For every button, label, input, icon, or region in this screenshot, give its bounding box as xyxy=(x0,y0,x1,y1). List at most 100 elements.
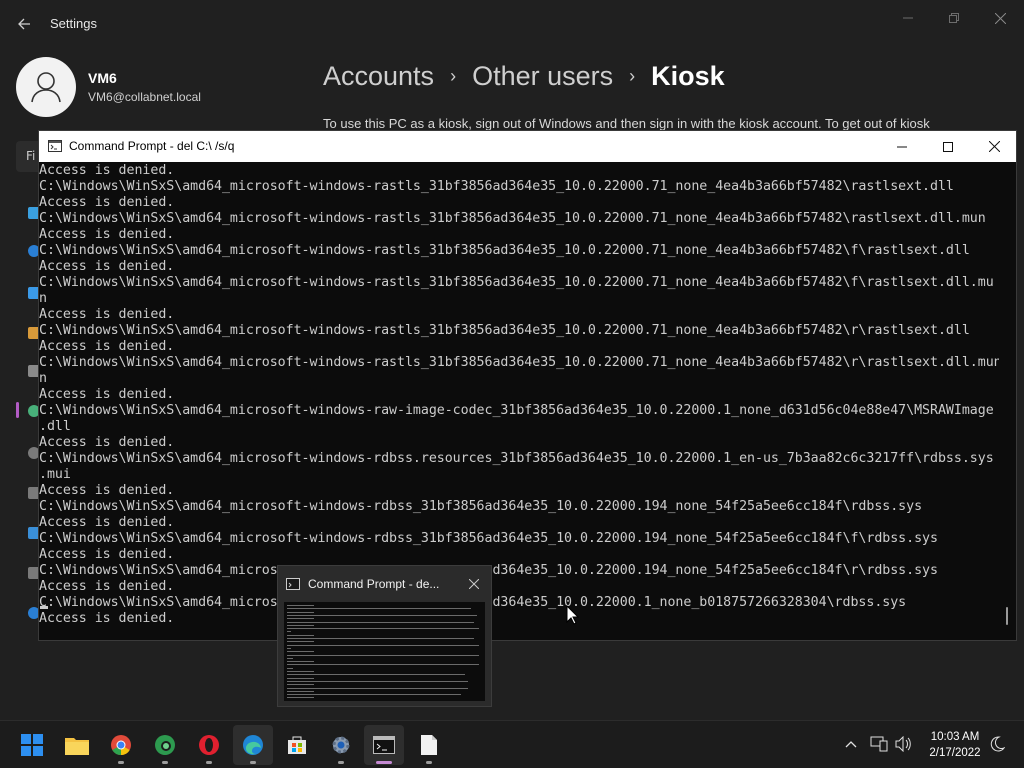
start-icon xyxy=(21,734,43,756)
taskbar-chrome[interactable] xyxy=(101,725,141,765)
console-line: C:\Windows\WinSxS\amd64_micros d364e35_1… xyxy=(39,595,907,610)
preview-line xyxy=(287,677,315,679)
user-email: VM6@collabnet.local xyxy=(88,90,201,104)
preview-line xyxy=(287,641,315,643)
taskbar-settings[interactable] xyxy=(321,725,361,765)
cmd-titlebar[interactable]: Command Prompt - del C:\ /s/q xyxy=(39,131,1016,162)
active-indicator xyxy=(16,402,19,418)
taskbar-store[interactable] xyxy=(277,725,317,765)
clock-date: 2/17/2022 xyxy=(929,747,981,759)
close-button[interactable] xyxy=(980,6,1020,30)
network-icon xyxy=(870,736,888,752)
file-explorer-icon xyxy=(65,738,89,755)
cmd-title: Command Prompt - del C:\ /s/q xyxy=(69,139,235,153)
taskbar-opera[interactable] xyxy=(189,725,229,765)
back-button[interactable] xyxy=(12,12,36,36)
avatar[interactable] xyxy=(16,57,76,117)
preview-line xyxy=(287,638,475,639)
console-line: Access is denied. xyxy=(39,515,175,530)
taskbar: 10:03 AM 2/17/2022 xyxy=(0,720,1024,768)
text-cursor xyxy=(40,606,48,609)
preview-line xyxy=(287,621,475,623)
user-icon xyxy=(31,72,61,103)
console-line: Access is denied. xyxy=(39,611,175,626)
preview-line xyxy=(287,661,315,663)
notepad-icon xyxy=(421,735,437,755)
preview-line xyxy=(287,624,315,626)
restore-button[interactable] xyxy=(934,6,974,30)
command-prompt-window[interactable]: Command Prompt - del C:\ /s/q Access is … xyxy=(38,130,1017,641)
focus-assist-button[interactable] xyxy=(986,733,1008,755)
chevron-right-icon: › xyxy=(450,65,457,86)
cmd-minimize-button[interactable] xyxy=(879,131,925,162)
close-icon xyxy=(469,579,479,589)
system-clock[interactable]: 10:03 AM 2/17/2022 xyxy=(920,729,990,761)
preview-line xyxy=(287,697,315,699)
kiosk-description: To use this PC as a kiosk, sign out of W… xyxy=(323,116,930,131)
taskbar-edge[interactable] xyxy=(233,725,273,765)
close-icon xyxy=(994,12,1006,24)
cmd-close-button[interactable] xyxy=(971,131,1017,162)
preview-line xyxy=(287,634,315,636)
close-icon xyxy=(988,141,1000,152)
preview-line xyxy=(287,605,315,606)
preview-line xyxy=(287,611,315,613)
tray-overflow-button[interactable] xyxy=(840,733,862,755)
preview-line xyxy=(287,664,479,666)
console-output[interactable]: Access is denied. C:\Windows\WinSxS\amd64… xyxy=(39,163,999,641)
app-title: Settings xyxy=(50,16,97,31)
preview-line xyxy=(287,684,315,686)
taskbar-preview[interactable]: Command Prompt - de... xyxy=(277,565,492,707)
scrollbar[interactable] xyxy=(1006,607,1008,625)
volume-tray-button[interactable] xyxy=(892,733,914,755)
minimize-button[interactable] xyxy=(888,6,928,30)
preview-line xyxy=(287,687,468,689)
chrome-icon xyxy=(111,735,131,756)
breadcrumb-accounts[interactable]: Accounts xyxy=(323,61,434,92)
taskbar-edge-beta[interactable] xyxy=(145,725,185,765)
network-tray-button[interactable] xyxy=(868,733,890,755)
preview-close-button[interactable] xyxy=(464,574,484,594)
console-line: Access is denied. xyxy=(39,483,175,498)
preview-thumbnail[interactable] xyxy=(284,602,485,701)
volume-icon xyxy=(895,736,911,752)
taskbar-cmd[interactable] xyxy=(364,725,404,765)
console-line: Access is denied. xyxy=(39,259,175,274)
start-button[interactable] xyxy=(12,725,52,765)
breadcrumb-other-users[interactable]: Other users xyxy=(472,61,613,92)
console-line: Access is denied. xyxy=(39,195,175,210)
console-line: .dll xyxy=(39,419,71,434)
console-line: Access is denied. xyxy=(39,387,175,402)
console-line: n xyxy=(39,291,47,306)
settings-titlebar: Settings xyxy=(0,0,1024,48)
cmd-maximize-button[interactable] xyxy=(925,131,971,162)
preview-line xyxy=(287,628,479,630)
restore-icon xyxy=(949,13,959,23)
console-line: C:\Windows\WinSxS\amd64_microsoft-window… xyxy=(39,179,954,194)
console-line: C:\Windows\WinSxS\amd64_microsoft-window… xyxy=(39,499,923,514)
console-line: C:\Windows\WinSxS\amd64_microsoft-window… xyxy=(39,275,994,290)
console-line: Access is denied. xyxy=(39,227,175,242)
edge-beta-icon xyxy=(155,735,175,755)
console-line: .mui xyxy=(39,467,71,482)
preview-line xyxy=(287,651,315,653)
cmd-icon xyxy=(373,736,395,754)
running-indicator xyxy=(426,761,432,764)
console-line: C:\Windows\WinSxS\amd64_microsoft-window… xyxy=(39,323,970,338)
console-line: C:\Windows\WinSxS\amd64_micros d364e35_1… xyxy=(39,563,938,578)
moon-icon xyxy=(990,736,1005,752)
console-line: C:\Windows\WinSxS\amd64_microsoft-window… xyxy=(39,355,999,370)
breadcrumb: Accounts › Other users › Kiosk xyxy=(323,58,725,94)
maximize-icon xyxy=(943,141,953,152)
taskbar-file-explorer[interactable] xyxy=(57,725,97,765)
console-line: Access is denied. xyxy=(39,163,175,178)
taskbar-notepad[interactable] xyxy=(409,725,449,765)
preview-line xyxy=(287,654,479,656)
mouse-pointer-icon xyxy=(566,605,579,625)
user-name: VM6 xyxy=(88,70,117,86)
preview-line xyxy=(287,608,471,610)
console-line: Access is denied. xyxy=(39,339,175,354)
console-line: Access is denied. xyxy=(39,435,175,450)
preview-line xyxy=(287,671,315,672)
console-line: Access is denied. xyxy=(39,579,175,594)
